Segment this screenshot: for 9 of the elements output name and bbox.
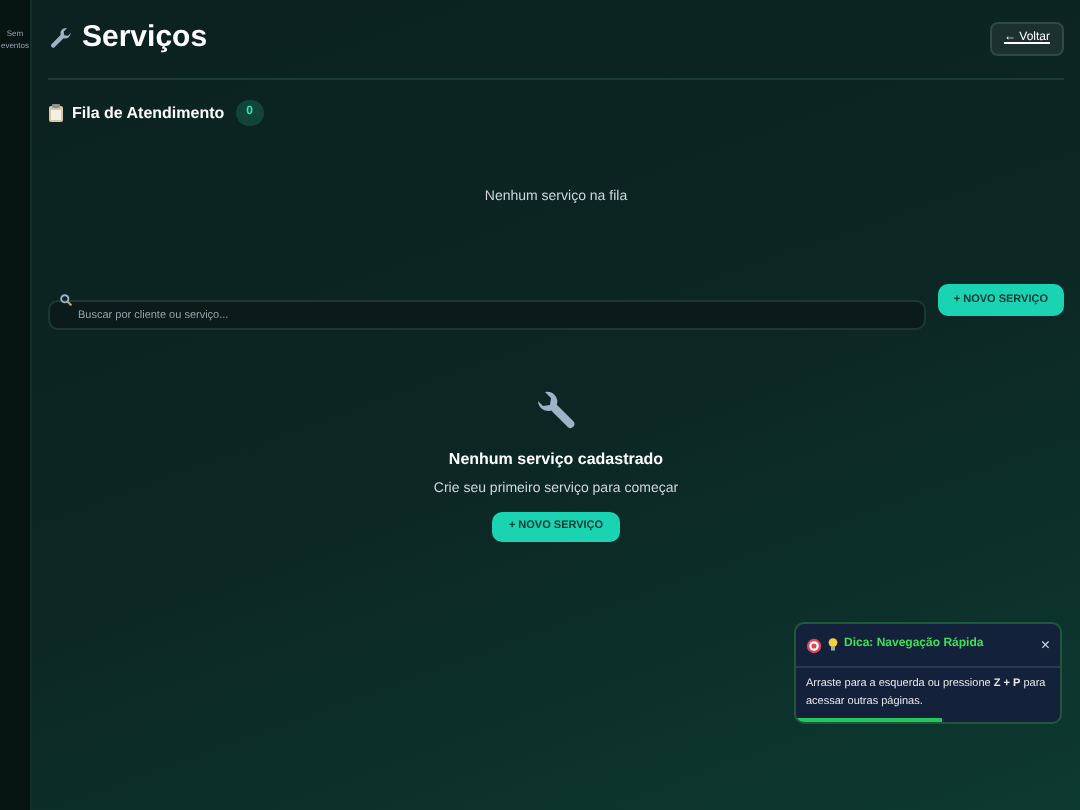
empty-state-title: Nenhum serviço cadastrado [448,448,664,472]
lightbulb-icon [828,638,838,652]
target-icon [806,637,822,653]
clipboard-icon [48,104,64,122]
section-title: Fila de Atendimento [72,101,225,125]
page-title: Serviços [82,18,208,59]
close-button[interactable]: × [1040,637,1050,653]
wrench-icon [48,26,74,52]
search-icon [60,294,72,306]
